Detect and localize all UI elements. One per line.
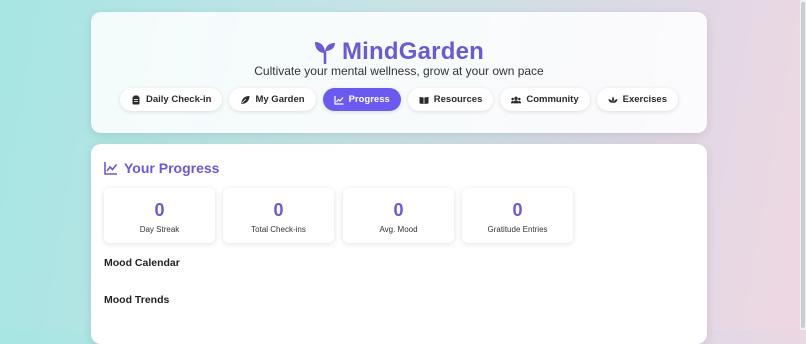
lotus-icon [608, 96, 618, 103]
tab-label: My Garden [255, 94, 305, 105]
mood-trends-title: Mood Trends [104, 294, 170, 306]
tagline: Cultivate your mental wellness, grow at … [254, 64, 544, 78]
stat-value: 0 [273, 200, 284, 220]
stat-card-avg-mood: 0 Avg. Mood [343, 188, 454, 243]
stat-label: Day Streak [139, 225, 180, 234]
tab-progress[interactable]: Progress [322, 88, 401, 111]
stat-label: Avg. Mood [379, 225, 418, 234]
tab-label: Daily Check-in [146, 94, 212, 105]
stat-value: 0 [512, 200, 523, 220]
tab-daily-check-in[interactable]: Daily Check-in [120, 88, 223, 111]
page-scrollbar[interactable] [800, 0, 806, 330]
chart-line-icon [104, 162, 118, 175]
progress-panel: Your Progress 0 Day Streak 0 Total Check… [91, 144, 707, 344]
tab-label: Resources [433, 94, 483, 105]
tab-my-garden[interactable]: My Garden [229, 88, 316, 111]
sprout-icon [314, 42, 335, 64]
stat-card-gratitude-entries: 0 Gratitude Entries [462, 188, 573, 243]
leaf-icon [241, 95, 250, 104]
users-icon [511, 96, 522, 103]
stat-label: Gratitude Entries [487, 225, 548, 234]
clipboard-icon [132, 95, 140, 104]
stat-card-total-check-ins: 0 Total Check-ins [223, 188, 334, 243]
header-card: MindGarden Cultivate your mental wellnes… [91, 12, 707, 133]
stat-value: 0 [393, 200, 404, 220]
chart-line-icon [333, 95, 344, 105]
tab-label: Exercises [622, 94, 667, 105]
section-title: Your Progress [124, 160, 220, 176]
stat-card-day-streak: 0 Day Streak [104, 188, 215, 243]
app-title: MindGarden [341, 38, 484, 65]
tab-community[interactable]: Community [500, 88, 590, 111]
stat-label: Total Check-ins [251, 225, 306, 234]
tab-exercises[interactable]: Exercises [596, 88, 678, 111]
stat-value: 0 [154, 200, 165, 220]
book-icon [419, 96, 429, 104]
brand: MindGarden [91, 38, 707, 66]
tab-label: Community [526, 94, 579, 105]
tab-label: Progress [348, 94, 390, 105]
mood-calendar-title: Mood Calendar [104, 257, 180, 269]
scrollbar-thumb[interactable] [801, 2, 805, 328]
section-heading: Your Progress [104, 160, 219, 176]
nav-tabs: Daily Check-in My Garden Progress Resour… [91, 88, 707, 111]
tab-resources[interactable]: Resources [407, 88, 494, 111]
